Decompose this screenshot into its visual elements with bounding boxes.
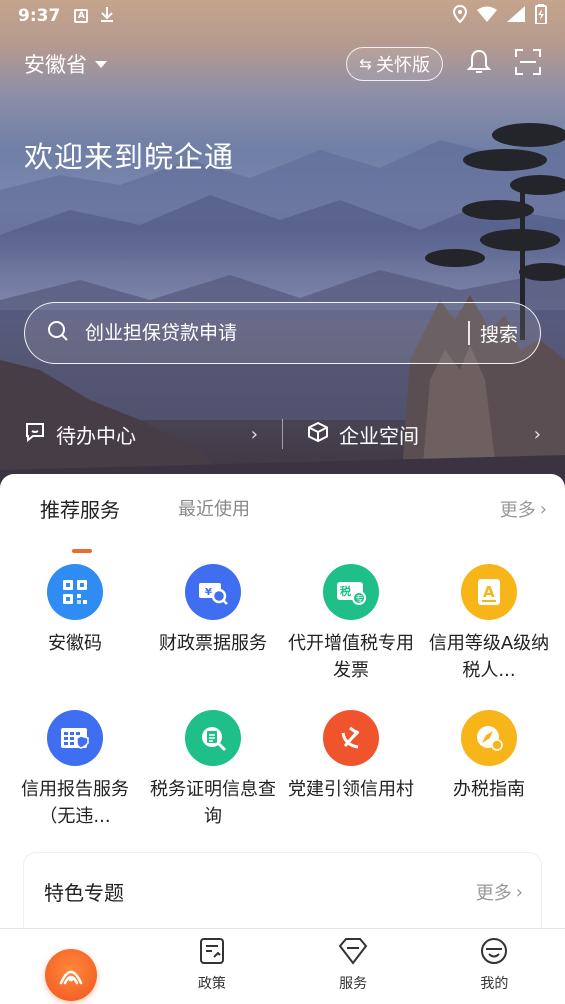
service-label: 代开增值税专用发票 [288,633,414,681]
service-label: 税务证明信息查询 [150,779,276,827]
nav-mine[interactable]: 我的 [424,929,565,1004]
chat-bubble-icon [24,421,46,448]
svg-text:¥: ¥ [205,587,212,598]
featured-title: 特色专题 [44,881,124,905]
keyboard-a-icon: A [74,9,89,23]
service-item-credit-a[interactable]: A 信用等级A级纳税人... [420,564,558,684]
diamond-icon [338,937,368,969]
policy-doc-icon [199,937,225,969]
bottom-nav: 政策 服务 我的 [0,928,565,1004]
province-label: 安徽省 [24,53,87,77]
featured-more-link[interactable]: 更多 › [476,879,523,905]
signal-icon [507,5,525,27]
qr-code-icon [47,564,103,620]
finance-ticket-icon: ¥ [185,564,241,620]
todo-center-label: 待办中心 [56,423,136,448]
wifi-icon [477,6,497,27]
svg-text:A: A [483,583,495,601]
service-item-finance-ticket[interactable]: ¥ 财政票据服务 [144,564,282,657]
home-logo-icon [44,949,97,1001]
caret-down-icon [95,60,107,68]
service-item-credit-report[interactable]: 信用报告服务（无违... [6,710,144,830]
credit-a-icon: A [461,564,517,620]
search-bar[interactable]: 搜索 [24,302,541,364]
nav-service[interactable]: 服务 [283,929,424,1004]
enterprise-space-link[interactable]: 企业空间 › [283,420,565,449]
service-item-tax-guide[interactable]: 办税指南 [420,710,558,803]
service-item-party-credit-village[interactable]: 党建引领信用村 [282,710,420,803]
tax-certificate-search-icon [185,710,241,766]
status-time: 9:37 [18,6,61,26]
service-item-vat-invoice[interactable]: 税专 代开增值税专用发票 [282,564,420,684]
search-input[interactable] [85,322,435,344]
welcome-title: 欢迎来到皖企通 [24,140,235,174]
party-emblem-icon [323,710,379,766]
more-services-link[interactable]: 更多 › [500,496,547,522]
nav-home[interactable] [0,929,141,1004]
nav-policy-label: 政策 [197,976,226,992]
care-mode-button[interactable]: ⇆ 关怀版 [346,47,443,81]
credit-report-icon [47,710,103,766]
service-label: 党建引领信用村 [288,779,414,800]
search-icon [47,320,69,346]
service-tabs: 推荐服务 最近使用 更多 › [0,492,565,553]
chevron-right-icon: › [539,498,547,520]
smile-face-icon [480,937,508,969]
search-button[interactable]: 搜索 [480,320,518,347]
service-label: 办税指南 [453,779,525,800]
service-label: 信用报告服务（无违... [21,779,129,827]
service-label: 安徽码 [48,633,102,654]
todo-center-link[interactable]: 待办中心 › [0,420,282,449]
download-icon [100,6,114,27]
service-item-tax-certificate[interactable]: 税务证明信息查询 [144,710,282,830]
top-nav: 安徽省 ⇆ 关怀版 [0,44,565,84]
chevron-right-icon: › [250,423,258,445]
province-selector[interactable]: 安徽省 [24,49,107,79]
scan-icon[interactable] [515,49,541,79]
nav-policy[interactable]: 政策 [141,929,282,1004]
bell-icon[interactable] [466,49,492,79]
tax-guide-compass-icon [461,710,517,766]
status-bar: 9:37 A [0,0,565,32]
svg-text:税: 税 [340,584,351,598]
service-item-anhui-code[interactable]: 安徽码 [6,564,144,657]
more-label: 更多 [475,883,512,904]
location-icon [452,4,468,28]
care-mode-label: 关怀版 [376,55,430,76]
active-tab-indicator [72,549,92,553]
svg-text:专: 专 [356,594,364,604]
battery-icon [535,3,547,29]
swap-icon: ⇆ [359,55,372,73]
cube-icon [307,421,329,448]
tab-recent[interactable]: 最近使用 [178,495,250,521]
tab-recommended[interactable]: 推荐服务 [40,494,120,523]
tax-ticket-icon: 税专 [323,564,379,620]
quick-access-bar: 待办中心 › 企业空间 › [0,404,565,464]
search-divider [468,321,470,345]
chevron-right-icon: › [533,423,541,445]
enterprise-space-label: 企业空间 [339,423,419,448]
service-label: 信用等级A级纳税人... [428,633,550,681]
service-label: 财政票据服务 [159,633,267,654]
chevron-right-icon: › [515,881,523,903]
more-label: 更多 [499,500,536,521]
nav-service-label: 服务 [339,976,368,992]
nav-mine-label: 我的 [480,976,509,992]
